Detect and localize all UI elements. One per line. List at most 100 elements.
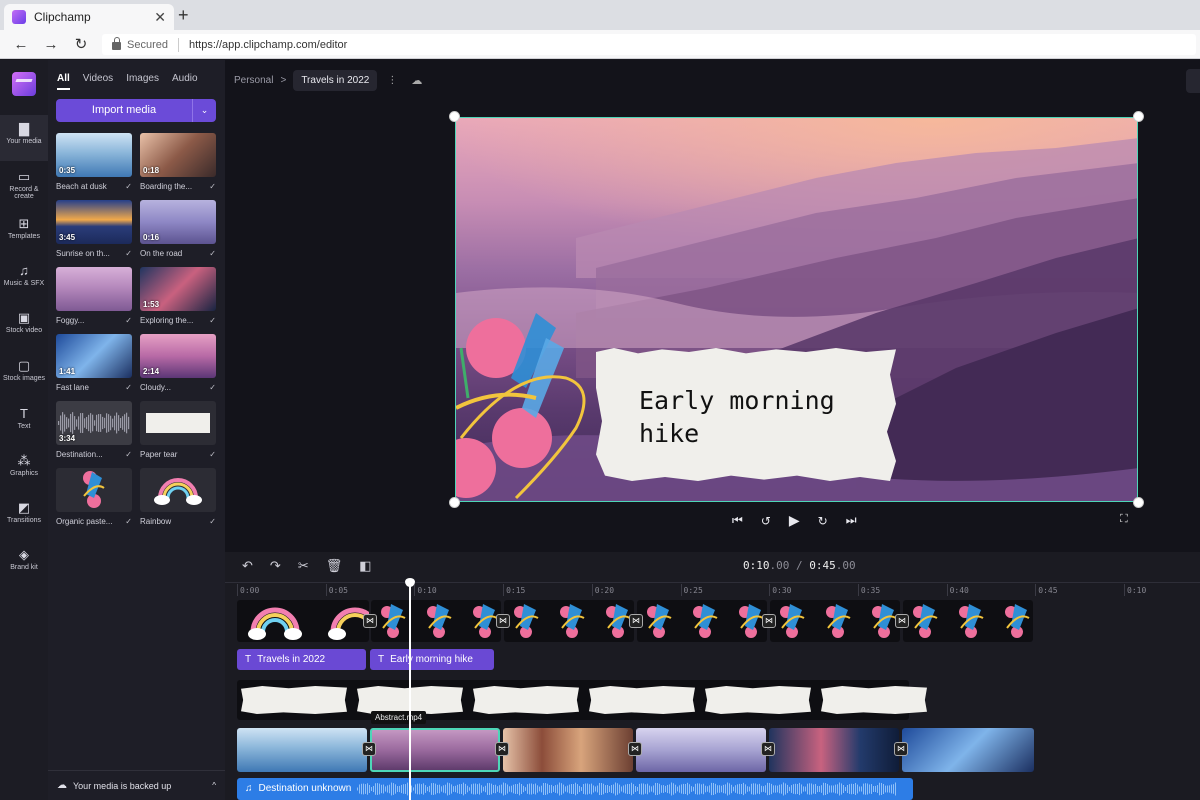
rail-item-brand-kit[interactable]: ◈ Brand kit [0, 541, 48, 587]
play-button[interactable]: ▶ [789, 512, 800, 529]
resize-handle-top-right[interactable] [1133, 111, 1144, 122]
chevron-up-icon[interactable]: ^ [212, 781, 216, 790]
rail-item-music[interactable]: ♫ Music & SFX [0, 257, 48, 303]
more-options-icon[interactable]: ⋮ [387, 75, 397, 86]
resize-handle-bottom-left[interactable] [449, 497, 460, 508]
transition-icon[interactable]: ⋈ [496, 614, 510, 628]
transition-icon[interactable]: ⋈ [629, 614, 643, 628]
rail-item-camera[interactable]: ▭ Record & create [0, 163, 48, 209]
undo-icon[interactable]: ↶ [242, 558, 253, 574]
skip-forward-icon[interactable]: ⏭ [846, 513, 857, 528]
filter-tab-all[interactable]: All [57, 73, 70, 90]
video-clip[interactable] [237, 728, 367, 772]
media-thumbnail[interactable]: 3:45 [56, 200, 132, 244]
transition-icon[interactable]: ⋈ [628, 742, 642, 756]
audio-clip-destination[interactable]: ♫ Destination unknown [237, 778, 913, 800]
media-card[interactable]: 0:35 Beach at dusk ✓ [56, 133, 132, 191]
timeline-ruler[interactable]: 0:00 0:05 0:10 0:15 0:20 0:25 0:30 0:35 0:40 0:45… [225, 582, 1200, 598]
organic-pastel-clip[interactable] [504, 600, 634, 642]
organic-pastel-clip[interactable] [770, 600, 900, 642]
redo-icon[interactable]: ↷ [270, 558, 281, 574]
address-bar[interactable]: Secured https://app.clipchamp.com/editor [102, 34, 1196, 55]
delete-trash-icon[interactable]: 🗑 [326, 558, 343, 574]
media-card[interactable]: 0:16 On the road ✓ [140, 200, 216, 258]
rail-item-folder[interactable]: ▇ Your media [0, 115, 48, 161]
paper-tear-clip-thumb[interactable] [241, 686, 347, 714]
breadcrumb-personal[interactable]: Personal [234, 75, 273, 86]
rainbow-clip[interactable] [237, 600, 369, 642]
media-card[interactable]: 1:41 Fast lane ✓ [56, 334, 132, 392]
video-clip-selected[interactable] [370, 728, 500, 772]
media-card[interactable]: 1:53 Exploring the... ✓ [140, 267, 216, 325]
rewind-5s-icon[interactable]: ↺ [761, 514, 771, 528]
text-clip-early-morning[interactable]: T Early morning hike [370, 649, 494, 670]
skip-back-icon[interactable]: ⏮ [732, 513, 743, 528]
cloud-sync-icon[interactable]: ☁ [411, 74, 422, 87]
media-card[interactable]: Rainbow ✓ [140, 468, 216, 526]
video-clip[interactable] [503, 728, 633, 772]
transition-icon[interactable]: ⋈ [762, 614, 776, 628]
clipchamp-logo-icon[interactable] [12, 72, 36, 96]
media-card[interactable]: 2:14 Cloudy... ✓ [140, 334, 216, 392]
text-clip-travels[interactable]: T Travels in 2022 [237, 649, 366, 670]
paper-tear-clip-thumb[interactable] [705, 686, 811, 714]
media-thumbnail[interactable] [56, 267, 132, 311]
video-clip[interactable] [902, 728, 1034, 772]
transition-icon[interactable]: ⋈ [894, 742, 908, 756]
url-text[interactable]: https://app.clipchamp.com/editor [189, 39, 347, 51]
media-card[interactable]: Paper tear ✓ [140, 401, 216, 459]
rail-item-shapes[interactable]: ⁂ Graphics [0, 447, 48, 493]
import-media-button[interactable]: Import media ⌄ [56, 99, 216, 122]
detach-audio-icon[interactable]: ◧ [359, 558, 371, 574]
video-preview[interactable]: Early morning hike [455, 117, 1138, 502]
organic-pastel-clip[interactable] [637, 600, 767, 642]
media-thumbnail[interactable]: 0:35 [56, 133, 132, 177]
overlay-title-text[interactable]: Early morning hike [639, 384, 835, 450]
import-media-label[interactable]: Import media [56, 99, 192, 122]
paper-tear-clip-thumb[interactable] [821, 686, 927, 714]
filter-tab-images[interactable]: Images [126, 73, 159, 90]
close-tab-icon[interactable]: ✕ [154, 9, 166, 26]
rail-item-film[interactable]: ▣ Stock video [0, 304, 48, 350]
resize-handle-bottom-right[interactable] [1133, 497, 1144, 508]
video-clip[interactable] [769, 728, 899, 772]
transition-icon[interactable]: ⋈ [362, 742, 376, 756]
fullscreen-icon[interactable]: ⛶ [1120, 513, 1128, 526]
rail-item-templates[interactable]: ⊞ Templates [0, 210, 48, 256]
back-arrow-icon[interactable]: ← [6, 36, 36, 53]
forward-arrow-icon[interactable]: → [36, 36, 66, 53]
transition-icon[interactable]: ⋈ [495, 742, 509, 756]
transition-icon[interactable]: ⋈ [761, 742, 775, 756]
project-name-field[interactable]: Travels in 2022 [293, 70, 378, 91]
browser-tab[interactable]: Clipchamp ✕ [4, 4, 174, 30]
rail-item-text[interactable]: T Text [0, 400, 48, 446]
media-thumbnail[interactable]: 1:53 [140, 267, 216, 311]
import-dropdown-icon[interactable]: ⌄ [192, 99, 216, 122]
filter-tab-videos[interactable]: Videos [83, 73, 113, 90]
media-thumbnail[interactable]: 0:18 [140, 133, 216, 177]
organic-pastel-clip[interactable] [371, 600, 501, 642]
rail-item-image[interactable]: ▢ Stock images [0, 352, 48, 398]
transition-icon[interactable]: ⋈ [363, 614, 377, 628]
media-thumbnail[interactable]: 0:16 [140, 200, 216, 244]
media-thumbnail[interactable]: 2:14 [140, 334, 216, 378]
media-card[interactable]: 3:34 Destination... ✓ [56, 401, 132, 459]
video-clip[interactable] [636, 728, 766, 772]
media-thumbnail[interactable] [140, 468, 216, 512]
resize-handle-top-left[interactable] [449, 111, 460, 122]
transition-icon[interactable]: ⋈ [895, 614, 909, 628]
media-thumbnail[interactable] [56, 468, 132, 512]
split-scissors-icon[interactable]: ✂ [298, 558, 309, 574]
backup-status-bar[interactable]: ☁ Your media is backed up ^ [48, 770, 225, 800]
reload-icon[interactable]: ↻ [66, 35, 96, 53]
rail-item-transitions[interactable]: ◩ Transitions [0, 494, 48, 540]
media-thumbnail[interactable]: 1:41 [56, 334, 132, 378]
paper-tear-clip-thumb[interactable] [589, 686, 695, 714]
playhead[interactable] [405, 578, 415, 800]
media-card[interactable]: 0:18 Boarding the... ✓ [140, 133, 216, 191]
media-card[interactable]: 3:45 Sunrise on th... ✓ [56, 200, 132, 258]
paper-tear-clip-thumb[interactable] [473, 686, 579, 714]
organic-pastel-clip[interactable] [903, 600, 1033, 642]
media-thumbnail[interactable] [140, 401, 216, 445]
forward-5s-icon[interactable]: ↻ [818, 514, 828, 528]
